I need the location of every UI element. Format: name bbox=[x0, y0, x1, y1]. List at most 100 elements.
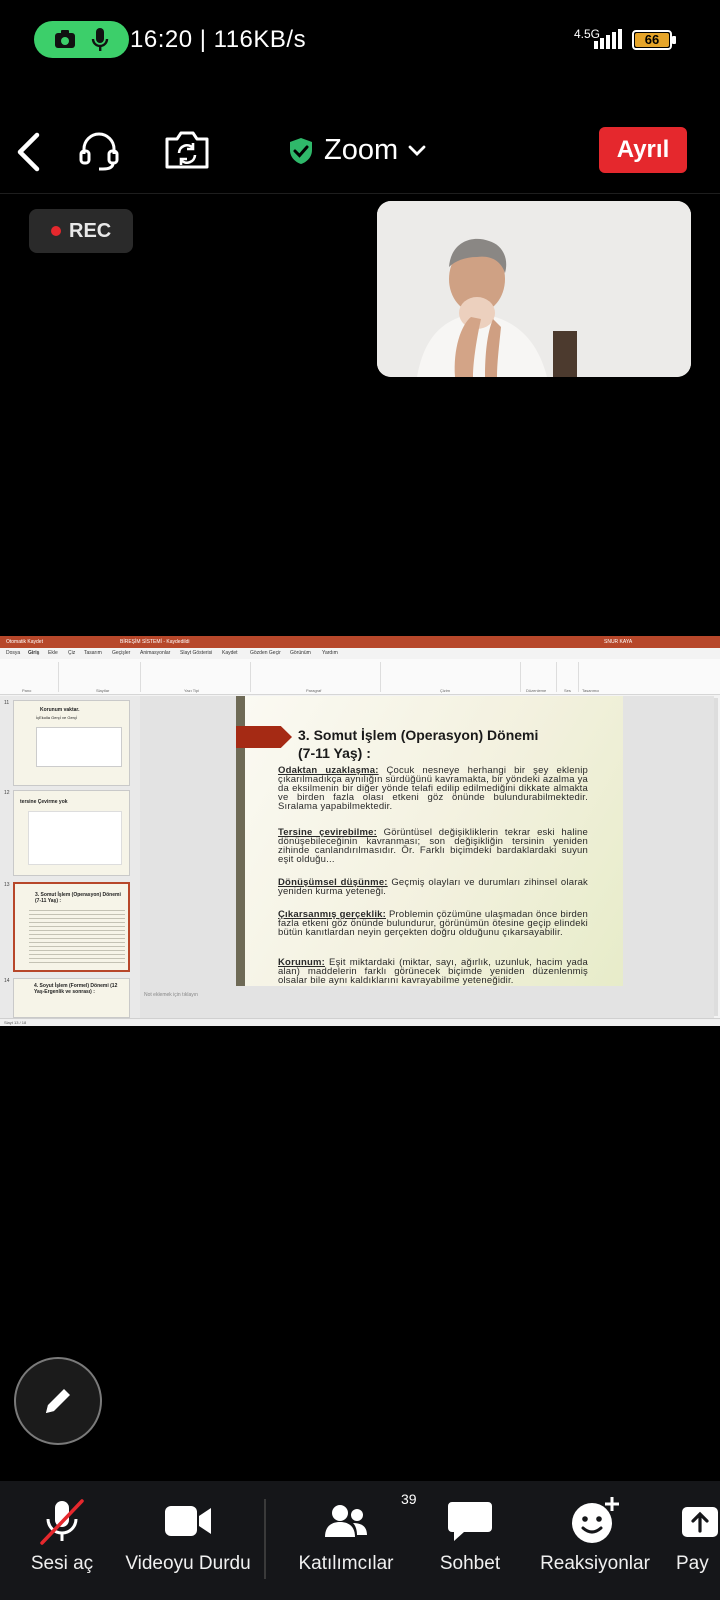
slide-thumbnail[interactable]: tersine Çevirme yok bbox=[13, 790, 130, 876]
mic-muted-icon bbox=[40, 1499, 84, 1545]
shield-check-icon bbox=[290, 137, 312, 164]
reactions-label: Reaksiyonlar bbox=[540, 1553, 650, 1574]
slide-paragraph: Tersine çevirebilme: Görüntüsel değişikl… bbox=[278, 827, 588, 865]
shared-screen[interactable]: Otomatik Kaydet BİREŞİM SİSTEMİ - Kayded… bbox=[0, 636, 720, 1026]
toolbar-divider bbox=[0, 193, 720, 194]
thumbnail-number: 13 bbox=[4, 882, 10, 888]
meeting-title: Zoom bbox=[324, 134, 399, 166]
slide-counter: Slayt 13 / 18 bbox=[4, 1020, 27, 1025]
current-slide: 3. Somut İşlem (Operasyon) Dönemi (7-11 … bbox=[236, 696, 623, 986]
signal-strength-icon bbox=[594, 29, 622, 49]
pencil-icon bbox=[46, 1389, 70, 1413]
back-button[interactable] bbox=[10, 130, 46, 174]
ribbon-tab[interactable]: Gözden Geçir bbox=[250, 650, 281, 656]
annotate-button[interactable] bbox=[14, 1357, 102, 1445]
participants-icon bbox=[325, 1505, 367, 1537]
microphone-icon bbox=[92, 27, 109, 51]
slide-paragraph: Dönüşümsel düşünme: Geçmiş olayları ve d… bbox=[278, 877, 588, 897]
thumbnail-number: 11 bbox=[4, 700, 10, 706]
battery-level: 66 bbox=[635, 33, 669, 47]
ribbon-group-label: Ses bbox=[564, 688, 571, 693]
thumbnail-number: 12 bbox=[4, 790, 10, 796]
recording-label: REC bbox=[69, 219, 112, 242]
chevron-left-icon bbox=[17, 132, 40, 172]
ribbon-group-label: Slaytlar bbox=[96, 688, 110, 693]
ribbon-tab[interactable]: Slayt Gösterisi bbox=[180, 650, 212, 656]
participants-count: 39 bbox=[401, 1491, 417, 1507]
slide-thumbnail-selected[interactable]: 3. Somut İşlem (Operasyon) Dönemi (7-11 … bbox=[13, 882, 130, 972]
ribbon-tab[interactable]: Kaydet bbox=[222, 650, 238, 656]
unmute-label: Sesi aç bbox=[30, 1553, 94, 1574]
powerpoint-statusbar: Slayt 13 / 18 bbox=[0, 1018, 720, 1026]
slide-thumbnail[interactable]: 4. Soyut İşlem (Formel) Dönemi (12 Yaş-E… bbox=[13, 978, 130, 1018]
ribbon-tab[interactable]: Çiz bbox=[68, 650, 75, 656]
ribbon-tab[interactable]: Giriş bbox=[28, 650, 39, 656]
chat-label: Sohbet bbox=[439, 1553, 501, 1574]
stop-video-label: Videoyu Durdu bbox=[125, 1553, 251, 1574]
camera-icon bbox=[54, 29, 75, 48]
slide-paragraph: Odaktan uzaklaşma: Çocuk nesneye herhang… bbox=[278, 765, 588, 812]
notes-placeholder[interactable]: Not eklemek için tıklayın bbox=[144, 992, 198, 998]
reaction-icon bbox=[572, 1497, 619, 1543]
headset-icon bbox=[79, 132, 119, 171]
ribbon-tab[interactable]: Dosya bbox=[6, 650, 20, 656]
ribbon-tab[interactable]: Görünüm bbox=[290, 650, 311, 656]
battery-icon: 66 bbox=[632, 30, 676, 50]
slide-scrollbar[interactable] bbox=[714, 698, 718, 1016]
meeting-title-dropdown[interactable]: Zoom bbox=[288, 134, 426, 167]
video-camera-icon bbox=[165, 1506, 211, 1536]
ribbon-tab[interactable]: Ekle bbox=[48, 650, 58, 656]
ribbon-group-label: Düzenleme bbox=[526, 688, 547, 693]
recording-badge[interactable]: REC bbox=[29, 209, 133, 253]
camera-switch-icon bbox=[165, 131, 209, 169]
slide-thumbnail[interactable]: Korunum vaktar. İçEkolla Gerçİ ve Gerçİ bbox=[13, 700, 130, 786]
share-icon bbox=[682, 1507, 718, 1537]
powerpoint-tabs: Dosya Giriş Ekle Çiz Tasarım Geçişler An… bbox=[0, 648, 720, 659]
thumbnail-subtitle: İçEkolla Gerçİ ve Gerçİ bbox=[36, 715, 78, 720]
thumbnail-title: 4. Soyut İşlem (Formel) Dönemi (12 Yaş-E… bbox=[34, 983, 118, 995]
status-time-speed: 16:20 | 116KB/s bbox=[130, 26, 307, 53]
reactions-button[interactable]: Reaksiyonlar bbox=[536, 1481, 654, 1600]
meeting-toolbar: Zoom Ayrıl bbox=[0, 118, 720, 190]
slide-canvas[interactable]: 3. Somut İşlem (Operasyon) Dönemi (7-11 … bbox=[140, 696, 714, 1018]
ribbon-group-label: Pano bbox=[22, 688, 32, 693]
unmute-button[interactable]: Sesi aç bbox=[20, 1481, 104, 1600]
leave-button[interactable]: Ayrıl bbox=[599, 127, 687, 173]
recording-indicator-pill bbox=[34, 21, 129, 58]
thumbnail-title: tersine Çevirme yok bbox=[20, 799, 68, 805]
ribbon-group-label: Yazı Tipi bbox=[184, 688, 200, 693]
switch-camera-button[interactable] bbox=[162, 127, 212, 173]
thumbnail-title: 3. Somut İşlem (Operasyon) Dönemi (7-11 … bbox=[35, 892, 121, 904]
share-button[interactable]: Pay bbox=[676, 1481, 720, 1600]
share-label: Pay bbox=[676, 1553, 709, 1574]
participants-label: Katılımcılar bbox=[298, 1553, 394, 1574]
controls-divider bbox=[264, 1499, 266, 1579]
ribbon-tab[interactable]: Tasarım bbox=[84, 650, 102, 656]
stop-video-button[interactable]: Videoyu Durdu bbox=[118, 1481, 258, 1600]
audio-device-button[interactable] bbox=[76, 128, 122, 174]
ribbon-group-label: Çizim bbox=[440, 688, 450, 693]
participant-video-frame bbox=[377, 201, 691, 377]
ribbon-tab[interactable]: Yardım bbox=[322, 650, 338, 656]
slide-paragraph: Çıkarsanmış gerçeklik: Problemin çözümün… bbox=[278, 909, 589, 938]
record-dot-icon bbox=[51, 226, 61, 236]
thumbnail-title: Korunum vaktar. bbox=[40, 707, 80, 713]
meeting-controls-bar: Sesi aç Videoyu Durdu 39 Katılımcılar So… bbox=[0, 1481, 720, 1600]
powerpoint-titlebar: Otomatik Kaydet BİREŞİM SİSTEMİ - Kayded… bbox=[0, 636, 720, 648]
slide-title: 3. Somut İşlem (Operasyon) Dönemi (7-11 … bbox=[298, 727, 539, 761]
powerpoint-ribbon: Pano Slaytlar Yazı Tipi Paragraf Çizim D… bbox=[0, 659, 720, 695]
ribbon-group-label: Tasarımcı bbox=[582, 688, 600, 693]
chat-icon bbox=[448, 1502, 492, 1541]
status-bar: 16:20 | 116KB/s 4.5G 66 bbox=[0, 0, 720, 80]
thumbnail-number: 14 bbox=[4, 978, 10, 984]
chevron-down-icon bbox=[408, 145, 426, 156]
ribbon-tab[interactable]: Animasyonlar bbox=[140, 650, 170, 656]
chat-button[interactable]: Sohbet bbox=[430, 1481, 510, 1600]
slide-title-arrow bbox=[236, 726, 292, 748]
ribbon-group-label: Paragraf bbox=[306, 688, 322, 693]
slide-paragraph: Korunum: Eşit miktardaki (miktar, sayı, … bbox=[278, 957, 588, 986]
participants-button[interactable]: 39 Katılımcılar bbox=[290, 1481, 416, 1600]
slide-thumbnails-pane: 11 Korunum vaktar. İçEkolla Gerçİ ve Ger… bbox=[0, 696, 140, 1018]
participant-video[interactable] bbox=[377, 201, 691, 377]
ribbon-tab[interactable]: Geçişler bbox=[112, 650, 130, 656]
